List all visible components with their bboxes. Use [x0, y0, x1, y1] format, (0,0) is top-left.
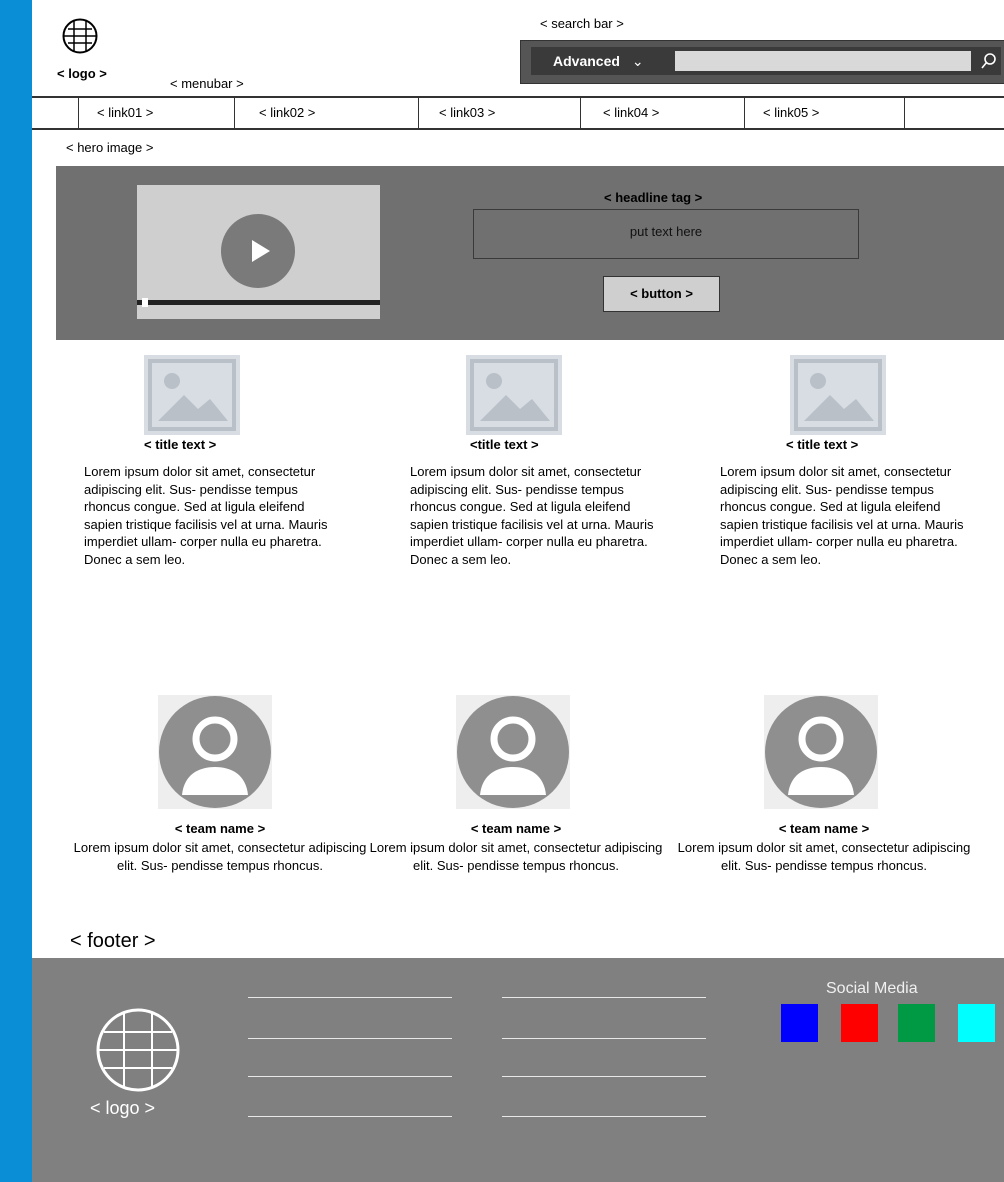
avatar	[158, 695, 272, 809]
globe-logo-icon[interactable]	[62, 18, 98, 54]
team-name: < team name >	[470, 821, 562, 836]
search-bar-inner: Advanced ⌄	[531, 47, 1001, 75]
footer-link-line[interactable]	[502, 1038, 706, 1039]
team-name: < team name >	[778, 821, 870, 836]
image-placeholder-icon	[790, 355, 886, 435]
nav-link-label: < link02 >	[259, 105, 316, 120]
nav-link-label: < link01 >	[97, 105, 154, 120]
footer-logo-label: < logo >	[90, 1098, 156, 1118]
nav-link-04[interactable]: < link04 >	[580, 98, 744, 128]
nav-link-label: < link04 >	[603, 105, 660, 120]
social-icon-red[interactable]	[841, 1004, 878, 1042]
footer-link-line[interactable]	[502, 997, 706, 998]
chevron-down-icon: ⌄	[631, 53, 644, 69]
video-progress-handle[interactable]	[142, 298, 148, 307]
video-progress-bar[interactable]	[137, 298, 380, 307]
avatar	[456, 695, 570, 809]
footer-link-line[interactable]	[248, 1116, 452, 1117]
social-media-label: Social Media	[826, 980, 918, 997]
social-icon-green[interactable]	[898, 1004, 935, 1042]
team-name: < team name >	[174, 821, 266, 836]
menubar-label: < menubar >	[170, 76, 244, 91]
team-description: Lorem ipsum dolor sit amet, consectetur …	[369, 840, 663, 873]
nav-link-05[interactable]: < link05 >	[744, 98, 904, 128]
footer: < logo > Social Media	[32, 958, 1004, 1182]
video-player[interactable]	[137, 185, 380, 319]
footer-link-line[interactable]	[248, 1038, 452, 1039]
search-bar-label: < search bar >	[540, 16, 624, 31]
feature-body: Lorem ipsum dolor sit amet, consectetur …	[720, 464, 964, 567]
avatar	[764, 695, 878, 809]
advanced-filter-dropdown[interactable]: Advanced ⌄	[553, 51, 644, 71]
advanced-filter-label: Advanced	[553, 53, 620, 69]
user-avatar-icon	[457, 696, 569, 808]
nav-link-label: < link05 >	[763, 105, 820, 120]
team-description: Lorem ipsum dolor sit amet, consectetur …	[73, 840, 367, 873]
nav-link-03[interactable]: < link03 >	[418, 98, 580, 128]
footer-link-line[interactable]	[502, 1076, 706, 1077]
play-icon	[252, 240, 270, 262]
hero-image-label: < hero image >	[66, 140, 154, 155]
feature-title: < title text >	[144, 437, 217, 452]
user-avatar-icon	[765, 696, 877, 808]
feature-body: Lorem ipsum dolor sit amet, consectetur …	[84, 464, 328, 567]
image-placeholder-icon	[144, 355, 240, 435]
nav-link-label: < link03 >	[439, 105, 496, 120]
feature-title: < title text >	[786, 437, 859, 452]
nav-link-02[interactable]: < link02 >	[234, 98, 418, 128]
search-icon[interactable]	[979, 50, 999, 72]
headline-text-box: put text here	[473, 209, 859, 259]
footer-link-line[interactable]	[248, 1076, 452, 1077]
social-icon-blue[interactable]	[781, 1004, 818, 1042]
search-bar: Advanced ⌄	[520, 40, 1004, 84]
user-avatar-icon	[159, 696, 271, 808]
social-icon-cyan[interactable]	[958, 1004, 995, 1042]
footer-label: < footer >	[70, 930, 156, 952]
nav-link-empty	[904, 98, 1004, 128]
feature-body: Lorem ipsum dolor sit amet, consectetur …	[410, 464, 654, 567]
globe-logo-icon[interactable]	[90, 1008, 186, 1104]
play-button[interactable]	[221, 214, 295, 288]
wireframe-page: < logo > < menubar > < search bar > Adva…	[32, 0, 1004, 1182]
search-input[interactable]	[675, 51, 971, 71]
footer-link-line[interactable]	[502, 1116, 706, 1117]
hero-section: < headline tag > put text here < button …	[56, 166, 1004, 340]
feature-title: <title text >	[470, 437, 539, 452]
image-placeholder-icon	[466, 355, 562, 435]
nav-link-01[interactable]: < link01 >	[78, 98, 234, 128]
logo-label: < logo >	[57, 66, 107, 81]
footer-link-line[interactable]	[248, 997, 452, 998]
headline-tag: < headline tag >	[604, 190, 703, 205]
navbar: < link01 > < link02 > < link03 > < link0…	[32, 96, 1004, 130]
team-description: Lorem ipsum dolor sit amet, consectetur …	[677, 840, 971, 873]
hero-cta-button[interactable]: < button >	[603, 276, 720, 312]
